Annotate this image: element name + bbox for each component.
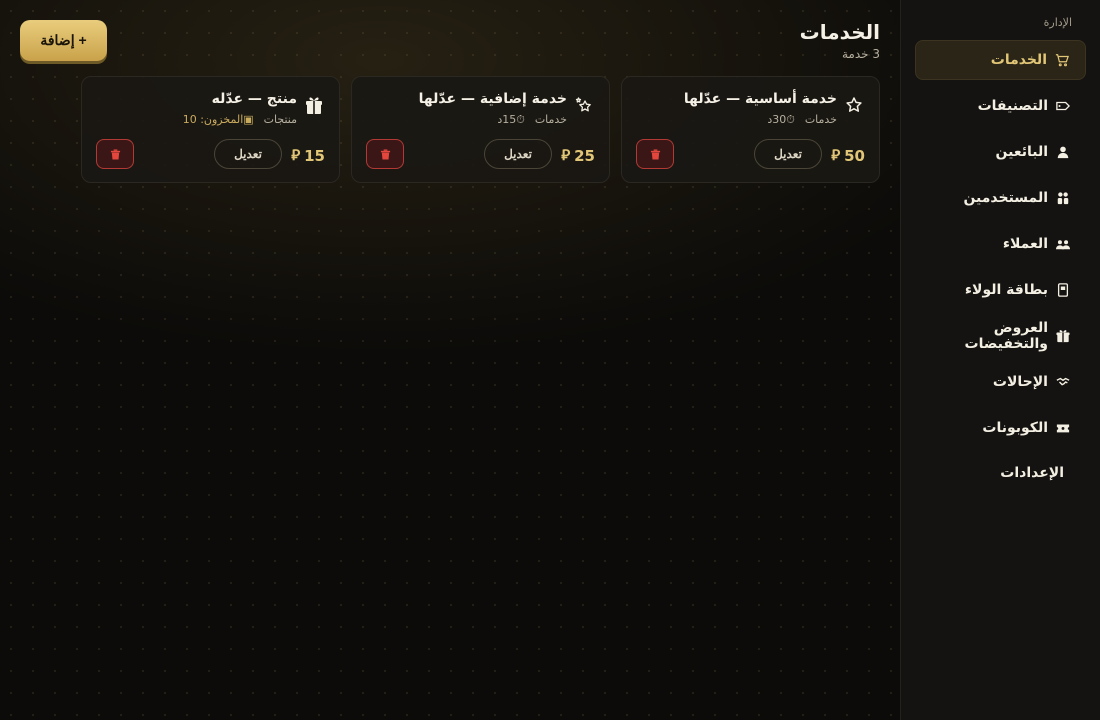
riyal-icon: ⃁ [291, 146, 301, 164]
delete-button[interactable] [366, 139, 404, 169]
sidebar-item-label: العروض والتخفيضات [964, 320, 1048, 352]
sidebar-item-label: العملاء [1002, 236, 1048, 252]
sidebar-item-label: المستخدمين [963, 190, 1048, 206]
card-duration: ⏱30د [767, 113, 795, 126]
sidebar-section-label: الإدارة [1043, 16, 1072, 29]
card-icon [1056, 283, 1070, 297]
service-card: خدمة إضافية — عدّلها خدمات ⏱15د 25 ⃁ تعد… [351, 76, 610, 183]
sidebar-item-coupons[interactable]: الكوبونات [915, 408, 1086, 448]
ticket-icon [1056, 421, 1070, 435]
sidebar-item-categories[interactable]: التصنيفات [915, 86, 1086, 126]
card-category: خدمات [534, 113, 567, 126]
sidebar-item-referrals[interactable]: الإحالات [915, 362, 1086, 402]
card-price: 25 ⃁ [561, 146, 595, 165]
card-title: خدمة إضافية — عدّلها [418, 91, 567, 107]
card-meta: خدمات ⏱15د [497, 113, 567, 127]
sidebar-item-label: الإحالات [992, 374, 1048, 390]
riyal-icon: ⃁ [561, 146, 571, 164]
cart-icon [1055, 53, 1069, 67]
sidebar-item-services[interactable]: الخدمات [915, 40, 1086, 80]
sidebar-item-settings[interactable]: الإعدادات [915, 453, 1086, 493]
item-count: 3 خدمة [841, 47, 880, 61]
card-stock: ▣المخزون: 10 [182, 113, 254, 126]
edit-button[interactable]: تعديل [214, 139, 282, 169]
gift-box-icon [303, 94, 325, 116]
sidebar-item-label: التصنيفات [977, 98, 1048, 114]
sparkle-icon [573, 94, 595, 116]
add-button[interactable]: + إضافة [20, 20, 107, 61]
sidebar: الإدارة الخدمات التصنيفات البائعين المست… [900, 0, 1100, 720]
users-icon [1056, 191, 1070, 205]
card-category: منتجات [263, 113, 297, 126]
box-icon: ▣ [243, 113, 254, 126]
card-category: خدمات [804, 113, 837, 126]
gift-icon [1056, 329, 1070, 343]
page-title: الخدمات [799, 20, 880, 44]
riyal-icon: ⃁ [831, 146, 841, 164]
user-icon [1056, 145, 1070, 159]
card-title: خدمة أساسية — عدّلها [683, 91, 837, 107]
sidebar-item-label: البائعين [995, 144, 1049, 160]
service-card: خدمة أساسية — عدّلها خدمات ⏱30د 50 ⃁ تعد… [621, 76, 880, 183]
handshake-icon [1056, 375, 1070, 389]
trash-icon [110, 148, 120, 160]
card-meta: خدمات ⏱30د [767, 113, 837, 127]
sidebar-item-customers[interactable]: العملاء [915, 224, 1086, 264]
clock-icon: ⏱ [786, 113, 795, 126]
delete-button[interactable] [96, 139, 134, 169]
sidebar-item-label: بطاقة الولاء [964, 282, 1048, 298]
card-price: 15 ⃁ [291, 146, 325, 165]
sidebar-item-label: الخدمات [990, 52, 1047, 68]
card-meta: منتجات ▣المخزون: 10 [183, 113, 297, 126]
edit-button[interactable]: تعديل [484, 139, 552, 169]
sidebar-item-vendors[interactable]: البائعين [915, 132, 1086, 172]
sidebar-item-label: الإعدادات [1000, 465, 1064, 481]
clock-icon: ⏱ [516, 113, 525, 126]
trash-icon [380, 148, 390, 160]
product-card: منتج — عدّله منتجات ▣المخزون: 10 15 ⃁ تع… [81, 76, 340, 183]
sidebar-item-loyalty-card[interactable]: بطاقة الولاء [915, 270, 1086, 310]
tag-icon [1056, 99, 1070, 113]
sidebar-item-label: الكوبونات [982, 420, 1048, 436]
card-duration: ⏱15د [497, 113, 525, 126]
trash-icon [650, 148, 660, 160]
card-title: منتج — عدّله [211, 91, 297, 107]
delete-button[interactable] [636, 139, 674, 169]
group-icon [1056, 237, 1070, 251]
star-icon [843, 94, 865, 116]
sidebar-item-users[interactable]: المستخدمين [915, 178, 1086, 218]
sidebar-item-offers[interactable]: العروض والتخفيضات [915, 316, 1086, 356]
card-price: 50 ⃁ [831, 146, 865, 165]
edit-button[interactable]: تعديل [754, 139, 822, 169]
